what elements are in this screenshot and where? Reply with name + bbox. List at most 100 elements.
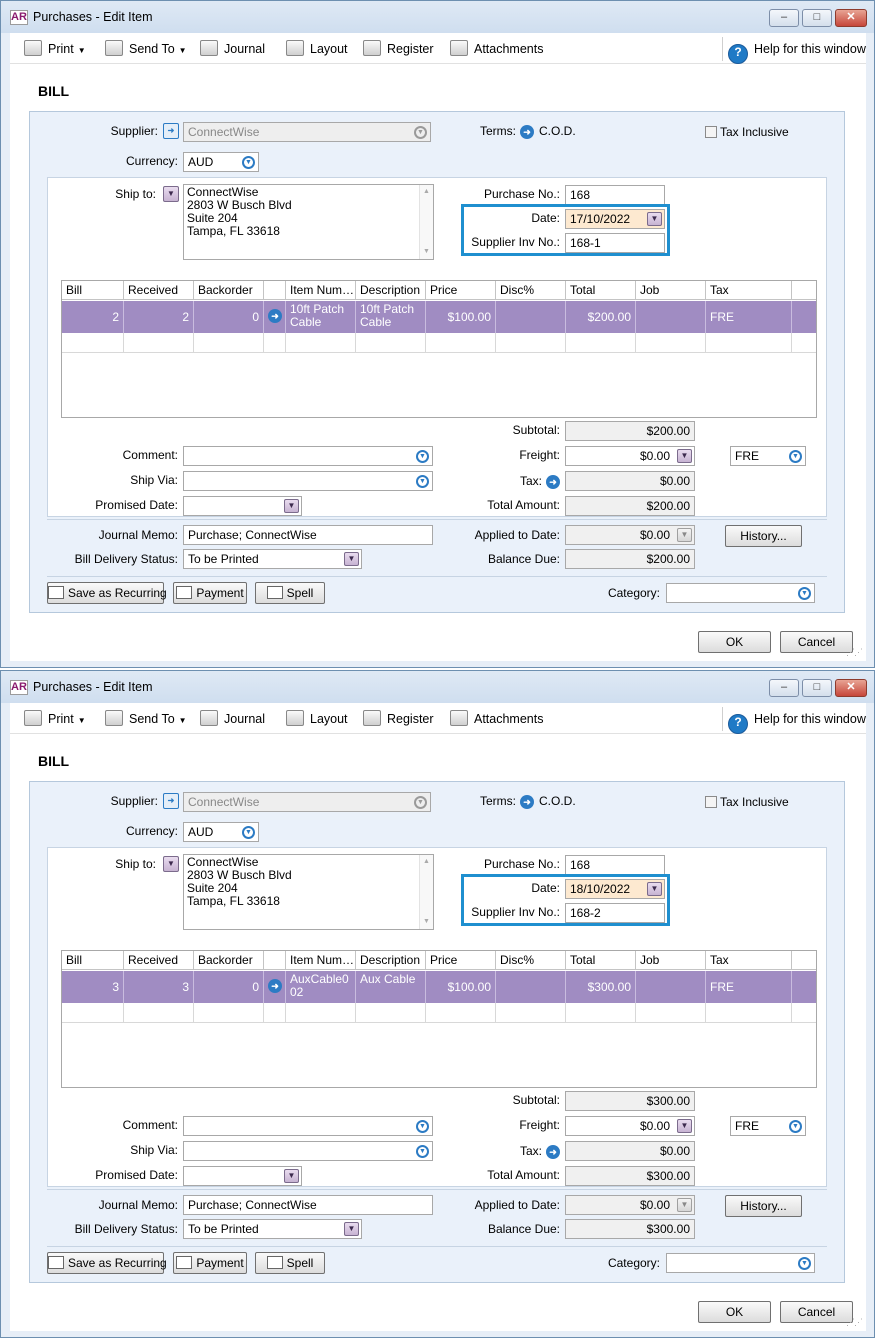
- bill-cell[interactable]: 2: [62, 301, 124, 333]
- calendar-dropdown-icon[interactable]: ▼: [647, 882, 662, 896]
- column-header[interactable]: Price: [426, 281, 496, 299]
- supplier-arrow-icon[interactable]: ➜: [163, 793, 179, 809]
- journal-memo-field[interactable]: Purchase; ConnectWise: [183, 525, 433, 545]
- help-button[interactable]: ? Help for this window: [728, 709, 866, 734]
- column-header[interactable]: Received: [124, 951, 194, 969]
- category-field[interactable]: ▼: [666, 583, 815, 603]
- spell-button[interactable]: Spell: [255, 1252, 325, 1274]
- print-button[interactable]: Print ▼: [24, 39, 86, 59]
- chevron-down-icon[interactable]: ▼: [677, 449, 692, 463]
- received-cell[interactable]: 3: [124, 971, 194, 1003]
- freight-field[interactable]: $0.00 ▼: [565, 1116, 695, 1136]
- empty-cell[interactable]: [62, 333, 124, 352]
- attachments-button[interactable]: Attachments: [450, 709, 543, 729]
- minimize-button[interactable]: –: [769, 679, 799, 697]
- supplier-inv-field[interactable]: 168-2: [565, 903, 665, 923]
- column-header[interactable]: Bill: [62, 281, 124, 299]
- ship-to-address[interactable]: ConnectWise 2803 W Busch Blvd Suite 204 …: [183, 854, 434, 930]
- column-header[interactable]: Disc%: [496, 951, 566, 969]
- column-header[interactable]: Bill: [62, 951, 124, 969]
- empty-cell[interactable]: [194, 333, 264, 352]
- chevron-down-icon[interactable]: ▼: [344, 1222, 359, 1236]
- job-cell[interactable]: [636, 301, 706, 333]
- calendar-dropdown-icon[interactable]: ▼: [284, 499, 299, 513]
- save-as-recurring-button[interactable]: Save as Recurring: [47, 1252, 167, 1274]
- empty-cell[interactable]: [356, 333, 426, 352]
- register-button[interactable]: Register: [363, 39, 434, 59]
- address-scrollbar[interactable]: ▲ ▼: [419, 855, 433, 929]
- comment-field[interactable]: ▼: [183, 446, 433, 466]
- backorder-cell[interactable]: 0: [194, 301, 264, 333]
- column-header[interactable]: Tax: [706, 951, 792, 969]
- calendar-dropdown-icon[interactable]: ▼: [284, 1169, 299, 1183]
- received-cell[interactable]: 2: [124, 301, 194, 333]
- line-items-grid[interactable]: Bill Received Backorder Item Num… Descri…: [61, 950, 817, 1088]
- bill-cell[interactable]: 3: [62, 971, 124, 1003]
- backorder-cell[interactable]: 0: [194, 971, 264, 1003]
- terms-arrow-icon[interactable]: ➜: [520, 125, 534, 139]
- table-row[interactable]: 2 2 0 ➜ 10ft Patch Cable 10ft Patch Cabl…: [62, 301, 816, 333]
- ship-to-dropdown[interactable]: ▼: [163, 856, 179, 872]
- empty-cell[interactable]: [426, 1003, 496, 1022]
- maximize-button[interactable]: □: [802, 9, 832, 27]
- item-num-cell[interactable]: 10ft Patch Cable: [286, 301, 356, 333]
- payment-button[interactable]: Payment: [173, 582, 247, 604]
- title-bar[interactable]: AR Purchases - Edit Item – □ ✕: [1, 671, 874, 703]
- layout-button[interactable]: Layout: [286, 39, 348, 59]
- journal-button[interactable]: Journal: [200, 709, 265, 729]
- bill-delivery-status-field[interactable]: To be Printed ▼: [183, 549, 362, 569]
- empty-cell[interactable]: [194, 1003, 264, 1022]
- supplier-arrow-icon[interactable]: ➜: [163, 123, 179, 139]
- attachments-button[interactable]: Attachments: [450, 39, 543, 59]
- bill-delivery-status-field[interactable]: To be Printed ▼: [183, 1219, 362, 1239]
- column-header[interactable]: Price: [426, 951, 496, 969]
- calendar-dropdown-icon[interactable]: ▼: [647, 212, 662, 226]
- total-cell[interactable]: $200.00: [566, 301, 636, 333]
- purchase-no-field[interactable]: 168: [565, 855, 665, 875]
- disc-cell[interactable]: [496, 971, 566, 1003]
- empty-cell[interactable]: [124, 333, 194, 352]
- empty-row[interactable]: [62, 333, 816, 353]
- empty-cell[interactable]: [356, 1003, 426, 1022]
- history-button[interactable]: History...: [725, 1195, 802, 1217]
- table-row[interactable]: 3 3 0 ➜ AuxCable002 Aux Cable $100.00 $3…: [62, 971, 816, 1003]
- empty-cell[interactable]: [426, 333, 496, 352]
- row-arrow-cell[interactable]: ➜: [264, 971, 286, 1003]
- promised-date-field[interactable]: ▼: [183, 496, 302, 516]
- column-header[interactable]: [264, 281, 286, 299]
- chevron-down-icon[interactable]: ▼: [344, 552, 359, 566]
- column-header[interactable]: Description: [356, 951, 426, 969]
- tax-inclusive-checkbox[interactable]: [705, 126, 717, 138]
- cancel-button[interactable]: Cancel: [780, 631, 853, 653]
- column-header[interactable]: Job: [636, 951, 706, 969]
- cancel-button[interactable]: Cancel: [780, 1301, 853, 1323]
- ship-to-dropdown[interactable]: ▼: [163, 186, 179, 202]
- date-field[interactable]: 17/10/2022 ▼: [565, 209, 665, 229]
- ok-button[interactable]: OK: [698, 1301, 771, 1323]
- date-field[interactable]: 18/10/2022 ▼: [565, 879, 665, 899]
- minimize-button[interactable]: –: [769, 9, 799, 27]
- ship-to-address[interactable]: ConnectWise 2803 W Busch Blvd Suite 204 …: [183, 184, 434, 260]
- empty-cell[interactable]: [124, 1003, 194, 1022]
- spell-button[interactable]: Spell: [255, 582, 325, 604]
- empty-cell[interactable]: [706, 1003, 792, 1022]
- close-button[interactable]: ✕: [835, 9, 867, 27]
- history-button[interactable]: History...: [725, 525, 802, 547]
- empty-cell[interactable]: [496, 1003, 566, 1022]
- category-field[interactable]: ▼: [666, 1253, 815, 1273]
- supplier-field[interactable]: ConnectWise ▼: [183, 792, 431, 812]
- journal-memo-field[interactable]: Purchase; ConnectWise: [183, 1195, 433, 1215]
- terms-arrow-icon[interactable]: ➜: [520, 795, 534, 809]
- help-button[interactable]: ? Help for this window: [728, 39, 866, 64]
- line-items-grid[interactable]: Bill Received Backorder Item Num… Descri…: [61, 280, 817, 418]
- column-header[interactable]: [264, 951, 286, 969]
- empty-cell[interactable]: [636, 1003, 706, 1022]
- empty-cell[interactable]: [636, 333, 706, 352]
- empty-cell[interactable]: [566, 1003, 636, 1022]
- tax-arrow-icon[interactable]: ➜: [546, 475, 560, 489]
- empty-cell[interactable]: [264, 1003, 286, 1022]
- column-header[interactable]: Job: [636, 281, 706, 299]
- close-button[interactable]: ✕: [835, 679, 867, 697]
- column-header[interactable]: Disc%: [496, 281, 566, 299]
- tax-cell[interactable]: FRE: [706, 301, 792, 333]
